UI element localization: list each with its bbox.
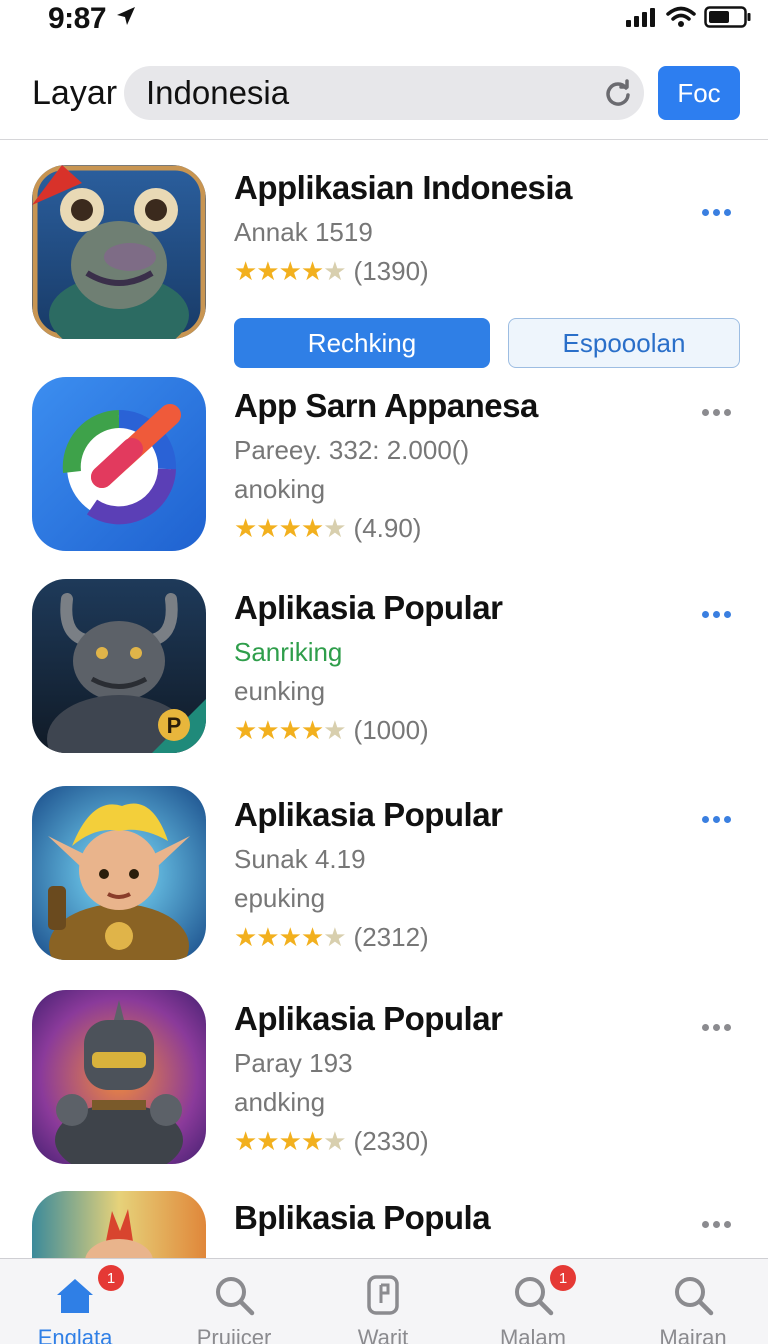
app-row[interactable]: P Aplikasia Popular Sanriking eunking ★★… [0,579,768,755]
rating-count: (1000) [353,715,429,745]
primary-action-button[interactable]: Rechking [234,318,490,368]
device-icon [361,1273,405,1317]
app-subtitle: Sanriking [234,637,343,667]
search-icon [212,1273,256,1317]
tab-mairan[interactable]: Mairan [618,1259,768,1344]
secondary-action-button[interactable]: Espooolan [508,318,740,368]
tab-label: Warit [357,1325,409,1344]
app-subtitle: Paray 193 [234,1048,353,1078]
app-title[interactable]: Applikasian Indonesia [234,169,572,207]
search-icon [671,1273,715,1317]
tab-englata[interactable]: 1 Englata [0,1259,150,1344]
more-options-icon[interactable] [702,203,738,216]
tab-warit[interactable]: Warit [308,1259,458,1344]
app-title[interactable]: Aplikasia Popular [234,589,503,627]
notification-badge: 1 [98,1265,124,1291]
app-rating: ★★★★★ (4.90) [234,513,538,544]
app-title[interactable]: Aplikasia Popular [234,1000,503,1038]
tab-label: Englata [37,1325,113,1344]
app-row[interactable]: Bplikasia Popula [0,1191,768,1261]
wifi-icon [666,6,696,33]
more-options-icon[interactable] [702,1215,738,1228]
search-go-button[interactable]: Foc [658,66,740,120]
status-time: 9:87 [48,2,107,35]
tab-pruiicer[interactable]: Pruiicer [159,1259,309,1344]
star-rating-icon: ★★★★★ [234,256,347,286]
star-rating-icon: ★★★★★ [234,1126,347,1156]
rating-count: (4.90) [353,513,422,543]
status-bar: 9:87 [0,0,768,40]
star-rating-icon: ★★★★★ [234,715,347,745]
refresh-icon[interactable] [604,79,632,107]
app-icon-creature[interactable] [32,1191,206,1261]
app-info: Applikasian Indonesia Annak 1519 ★★★★★ (… [234,169,572,287]
app-row[interactable]: Aplikasia Popular Sunak 4.19 epuking ★★★… [0,786,768,962]
more-options-icon[interactable] [702,1018,738,1031]
app-category: eunking [234,676,326,706]
app-title[interactable]: App Sarn Appanesa [234,387,538,425]
app-icon-warrior[interactable]: P [32,579,206,753]
app-info: Bplikasia Popula [234,1199,491,1237]
app-row[interactable]: App Sarn Appanesa Pareey. 332: 2.000() a… [0,377,768,553]
battery-icon [704,6,752,33]
app-info: Aplikasia Popular Sunak 4.19 epuking ★★★… [234,796,503,953]
notification-badge: 1 [550,1265,576,1291]
location-arrow-icon [114,4,138,33]
tab-label: Malam [499,1325,566,1344]
tab-malam[interactable]: 1 Malam [458,1259,608,1344]
app-icon-turtle[interactable] [32,165,206,339]
search-icon [511,1273,555,1317]
app-subtitle: Pareey. 332: 2.000() [234,435,470,465]
app-rating: ★★★★★ (1390) [234,256,572,287]
app-rating: ★★★★★ (1000) [234,715,502,746]
app-row[interactable]: Aplikasia Popular Paray 193 andking ★★★★… [0,990,768,1166]
more-options-icon[interactable] [702,403,738,416]
app-subtitle: Sunak 4.19 [234,844,366,874]
search-bar[interactable] [124,66,644,120]
star-rating-icon: ★★★★★ [234,922,347,952]
search-header: Layar Foc [0,56,768,140]
app-category: andking [234,1087,326,1117]
app-row[interactable]: Applikasian Indonesia Annak 1519 ★★★★★ (… [0,161,768,381]
app-rating: ★★★★★ (2330) [234,1126,502,1157]
app-title[interactable]: Aplikasia Popular [234,796,503,834]
header-label[interactable]: Layar [32,74,117,113]
app-category: epuking [234,883,326,913]
app-title[interactable]: Bplikasia Popula [234,1199,491,1237]
rating-count: (2312) [353,922,429,952]
search-input[interactable] [146,74,586,112]
app-rating: ★★★★★ (2312) [234,922,502,953]
app-subtitle: Annak 1519 [234,217,373,247]
svg-text:P: P [167,713,182,738]
signal-icon [626,7,658,32]
app-info: Aplikasia Popular Paray 193 andking ★★★★… [234,1000,503,1157]
app-icon-logo[interactable] [32,377,206,551]
rating-count: (1390) [353,256,429,286]
app-icon-elf[interactable] [32,786,206,960]
tab-label: Mairan [659,1325,727,1344]
home-icon [53,1273,97,1317]
tab-bar: 1 Englata Pruiicer Warit 1 Malam Mairan [0,1258,768,1344]
app-icon-knight[interactable] [32,990,206,1164]
app-category: anoking [234,474,326,504]
tab-label: Pruiicer [196,1325,272,1344]
app-info: Aplikasia Popular Sanriking eunking ★★★★… [234,589,503,746]
rating-count: (2330) [353,1126,429,1156]
more-options-icon[interactable] [702,605,738,618]
more-options-icon[interactable] [702,810,738,823]
app-info: App Sarn Appanesa Pareey. 332: 2.000() a… [234,387,538,544]
star-rating-icon: ★★★★★ [234,513,347,543]
